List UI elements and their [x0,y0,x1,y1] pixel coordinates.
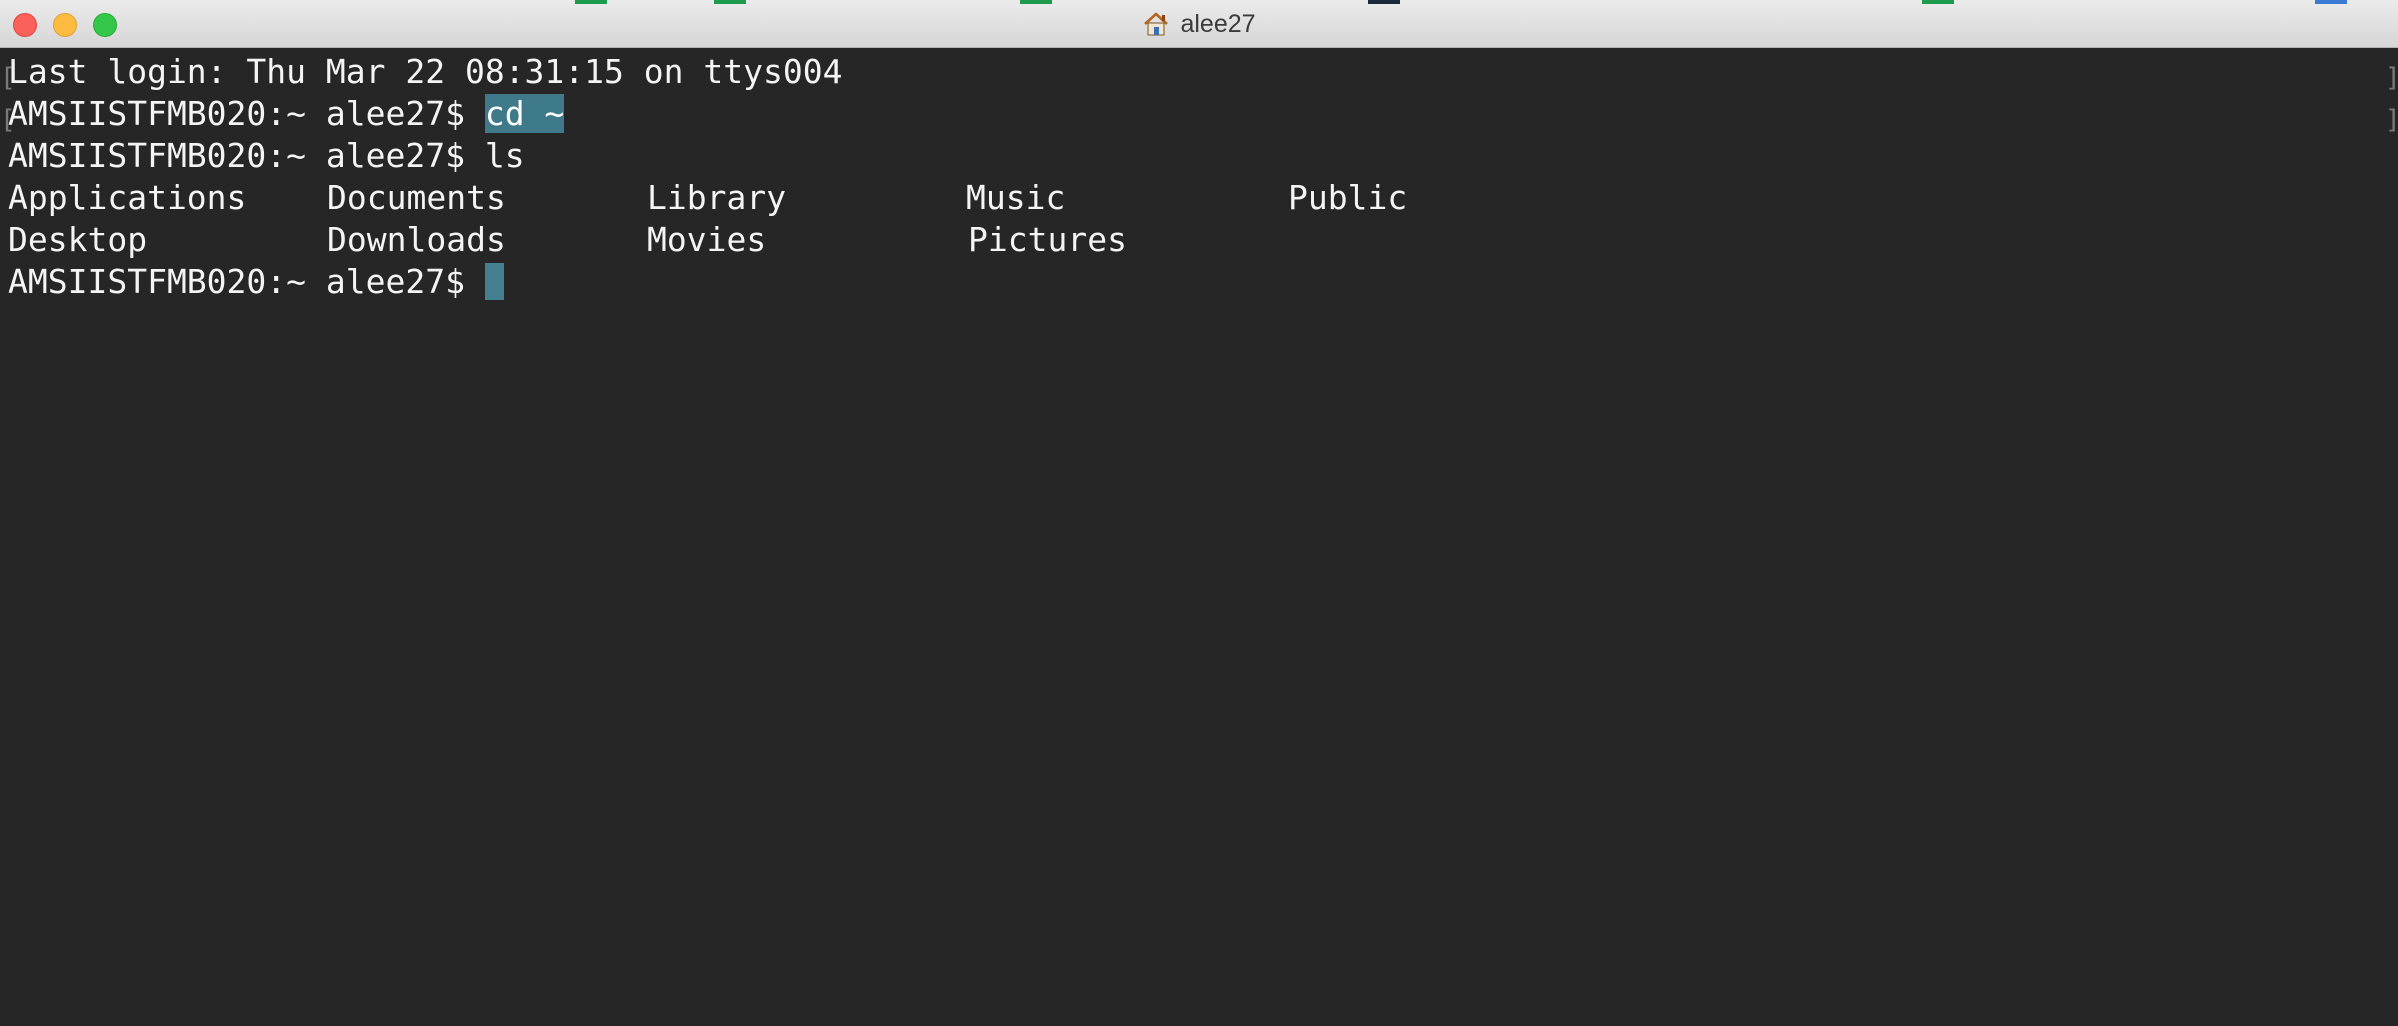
window-title: alee27 [1180,9,1256,38]
shell-prompt: AMSIISTFMB020:~ alee27$ [8,262,485,301]
terminal-window: alee27 [ ] [ ] Last login: Thu Mar 22 08… [0,0,2398,1026]
home-icon [1142,10,1170,38]
last-login-line: Last login: Thu Mar 22 08:31:15 on ttys0… [8,52,843,91]
shell-prompt: AMSIISTFMB020:~ alee27$ [8,136,485,175]
line-mark-right: ] [2385,105,2398,135]
terminal-body[interactable]: [ ] [ ] Last login: Thu Mar 22 08:31:15 … [0,48,2398,1026]
active-command-line[interactable]: AMSIISTFMB020:~ alee27$ [8,261,504,303]
ls-entry: Library [647,178,787,217]
ls-entry: Movies [647,220,767,259]
shell-prompt: AMSIISTFMB020:~ alee27$ [8,94,485,133]
ls-entry: Desktop [8,220,148,259]
title-bar[interactable]: alee27 [0,0,2398,48]
ls-entry: Applications [8,178,247,217]
ls-entry: Documents [327,178,506,217]
ls-entry: Pictures [968,220,1127,259]
command-line: AMSIISTFMB020:~ alee27$ ls [8,135,525,177]
command-text: ls [484,136,525,175]
window-title-group: alee27 [0,0,2398,48]
selected-command-text[interactable]: cd ~ [484,94,565,133]
text-cursor [484,263,504,300]
command-line: AMSIISTFMB020:~ alee27$ cd ~ [8,93,565,135]
ls-entry: Music [966,178,1066,217]
ls-entry: Downloads [327,220,506,259]
ls-entry: Public [1288,178,1408,217]
line-mark-right: ] [2385,63,2398,93]
